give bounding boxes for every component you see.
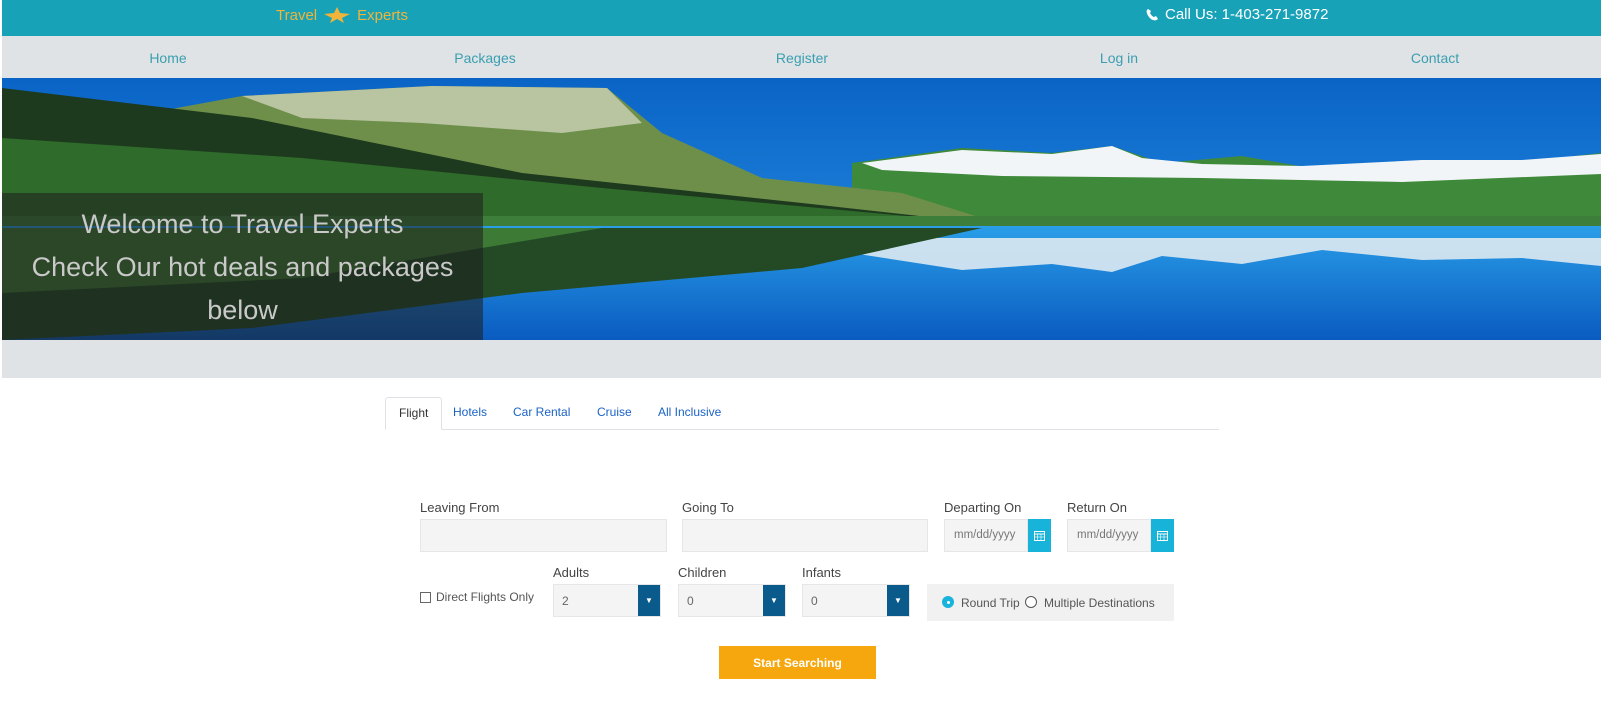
round-trip-label[interactable]: Round Trip	[961, 596, 1020, 610]
start-searching-button[interactable]: Start Searching	[719, 646, 876, 679]
nav-packages[interactable]: Packages	[454, 50, 515, 66]
plane-star-icon	[324, 7, 351, 23]
phone-contact: Call Us: 1-403-271-9872	[1145, 6, 1328, 23]
going-to-field[interactable]	[682, 519, 928, 552]
phone-text: Call Us: 1-403-271-9872	[1165, 6, 1329, 23]
trip-type-group: Round Trip Multiple Destinations	[927, 584, 1174, 621]
departing-date-field[interactable]: mm/dd/yyyy	[944, 519, 1028, 552]
brand-right-text: Experts	[357, 6, 408, 24]
search-tabs: Flight Hotels Car Rental Cruise All Incl…	[385, 397, 1219, 430]
top-bar: Travel Experts Call Us: 1-403-271-9872	[2, 0, 1601, 36]
adults-value: 2	[562, 594, 569, 608]
tab-car-rental[interactable]: Car Rental	[513, 397, 570, 428]
round-trip-radio[interactable]	[942, 596, 954, 608]
children-label: Children	[678, 565, 727, 580]
hero-line-1: Welcome to Travel Experts	[81, 209, 404, 239]
chevron-down-icon[interactable]: ▼	[887, 585, 909, 616]
tab-cruise[interactable]: Cruise	[597, 397, 632, 428]
return-date-field[interactable]: mm/dd/yyyy	[1067, 519, 1151, 552]
adults-select[interactable]: 2 ▼	[553, 584, 661, 617]
direct-flights-label: Direct Flights Only	[436, 590, 535, 604]
nav-contact[interactable]: Contact	[1411, 50, 1459, 66]
direct-flights-option[interactable]: Direct Flights Only	[420, 590, 534, 604]
children-select[interactable]: 0 ▼	[678, 584, 786, 617]
going-to-input[interactable]	[683, 520, 927, 551]
adults-label: Adults	[553, 565, 590, 580]
return-on-label: Return On	[1067, 500, 1127, 515]
tab-hotels[interactable]: Hotels	[453, 397, 487, 428]
hero-line-3: below	[207, 295, 278, 325]
phone-icon	[1146, 8, 1158, 20]
chevron-down-icon[interactable]: ▼	[638, 585, 660, 616]
hero-welcome-text: Welcome to Travel Experts Check Our hot …	[2, 203, 483, 332]
going-to-label: Going To	[682, 500, 734, 515]
departing-on-label: Departing On	[944, 500, 1022, 515]
leaving-from-field[interactable]	[420, 519, 667, 552]
chevron-down-icon[interactable]: ▼	[763, 585, 785, 616]
hero-bottom-strip	[2, 340, 1601, 378]
nav-login[interactable]: Log in	[1100, 50, 1138, 66]
infants-label: Infants	[802, 565, 842, 580]
main-nav: Home Packages Register Log in Contact	[2, 36, 1601, 78]
brand-left-text: Travel	[276, 6, 318, 24]
tab-flight[interactable]: Flight	[385, 397, 443, 430]
calendar-icon[interactable]	[1151, 519, 1174, 552]
tab-all-inclusive[interactable]: All Inclusive	[658, 397, 721, 428]
calendar-icon[interactable]	[1028, 519, 1051, 552]
nav-home[interactable]: Home	[149, 50, 186, 66]
leaving-from-label: Leaving From	[420, 500, 500, 515]
infants-select[interactable]: 0 ▼	[802, 584, 910, 617]
hero-banner: Welcome to Travel Experts Check Our hot …	[2, 78, 1601, 340]
children-value: 0	[687, 594, 694, 608]
brand-logo[interactable]: Travel Experts	[276, 6, 408, 24]
direct-flights-checkbox[interactable]	[420, 591, 431, 603]
multiple-destinations-label[interactable]: Multiple Destinations	[1044, 596, 1155, 610]
nav-register[interactable]: Register	[776, 50, 828, 66]
hero-line-2: Check Our hot deals and packages	[31, 252, 454, 282]
infants-value: 0	[811, 594, 818, 608]
leaving-from-input[interactable]	[421, 520, 666, 551]
multiple-destinations-radio[interactable]	[1025, 596, 1037, 608]
